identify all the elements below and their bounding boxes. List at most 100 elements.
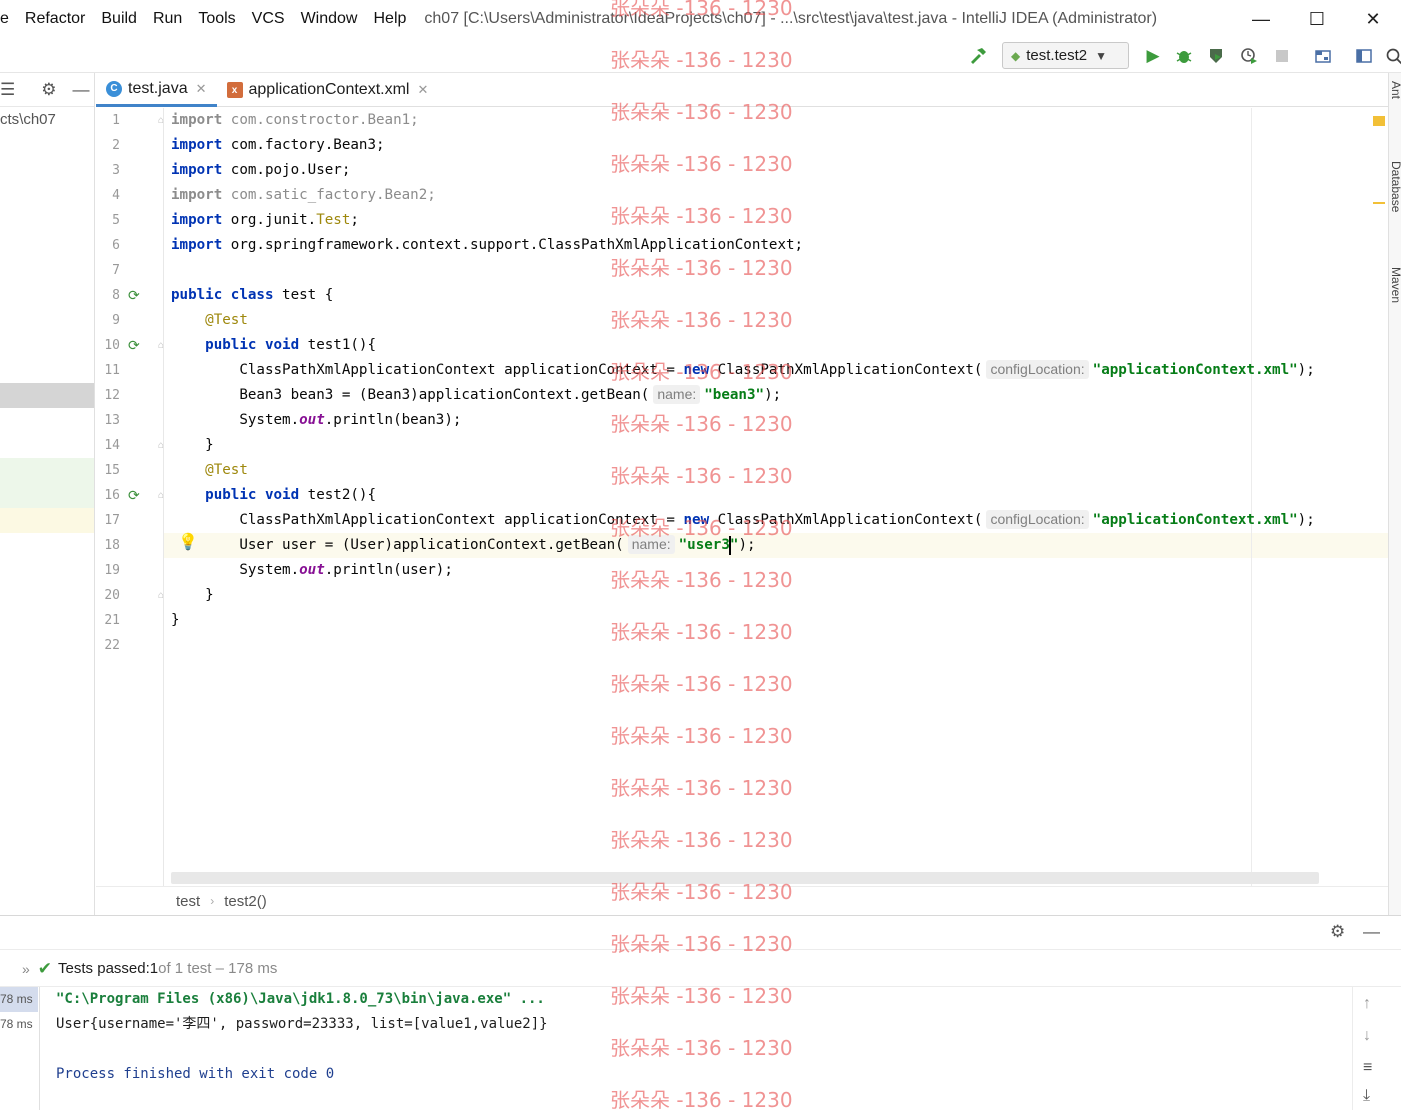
menu-item-vcs[interactable]: VCS: [244, 0, 293, 38]
fold-marker-icon[interactable]: ⌂: [158, 333, 168, 358]
code-editor[interactable]: 1 ⌂ 2 3 4 5 6 7 8 ⟳ 9 10 ⟳ ⌂ 11 12 13 14 ⌂ 15 16 ⟳ ⌂ 17 18 19 20 ⌂ 2…: [96, 108, 1388, 886]
line-number[interactable]: 7: [96, 258, 120, 283]
code-line[interactable]: }: [171, 583, 214, 608]
down-arrow-icon[interactable]: ↓: [1363, 1027, 1371, 1045]
debug-icon[interactable]: [1172, 44, 1196, 68]
gear-icon[interactable]: ⚙: [1330, 922, 1345, 942]
code-line[interactable]: public void test2(){: [171, 483, 376, 508]
run-test-gutter-icon[interactable]: ⟳: [128, 483, 144, 508]
line-number[interactable]: 1: [96, 108, 120, 133]
hammer-icon[interactable]: [966, 44, 990, 68]
code-line[interactable]: public void test1(){: [171, 333, 376, 358]
project-path-label[interactable]: cts\ch07: [0, 111, 56, 128]
code-line[interactable]: import org.junit.Test;: [171, 208, 359, 233]
close-tab-icon[interactable]: ✕: [417, 82, 428, 98]
window-icon[interactable]: [1352, 44, 1376, 68]
line-number[interactable]: 13: [96, 408, 120, 433]
project-tree-selected-row[interactable]: [0, 383, 94, 408]
tab-application-context-xml[interactable]: x applicationContext.xml ✕: [217, 73, 439, 107]
project-structure-icon[interactable]: [1311, 44, 1335, 68]
maximize-button[interactable]: ☐: [1289, 0, 1345, 38]
code-line[interactable]: System.out.println(bean3);: [171, 408, 461, 433]
code-line[interactable]: System.out.println(user);: [171, 558, 453, 583]
line-number[interactable]: 16: [96, 483, 120, 508]
fold-marker-icon[interactable]: ⌂: [158, 483, 168, 508]
run-test-gutter-icon[interactable]: ⟳: [128, 333, 144, 358]
test-time-root[interactable]: 78 ms: [0, 987, 38, 1012]
gear-icon[interactable]: ⚙: [41, 80, 56, 100]
line-number[interactable]: 9: [96, 308, 120, 333]
menu-item-tools[interactable]: Tools: [190, 0, 243, 38]
fold-marker-icon[interactable]: ⌂: [158, 433, 168, 458]
line-number[interactable]: 6: [96, 233, 120, 258]
search-icon[interactable]: [1382, 44, 1401, 68]
code-line[interactable]: ClassPathXmlApplicationContext applicati…: [171, 508, 1315, 533]
minimize-button[interactable]: —: [1233, 0, 1289, 38]
tab-test-java[interactable]: C test.java ✕: [96, 73, 217, 107]
profile-icon[interactable]: [1237, 44, 1261, 68]
line-number[interactable]: 19: [96, 558, 120, 583]
code-line[interactable]: Bean3 bean3 = (Bean3)applicationContext.…: [171, 383, 781, 408]
line-number[interactable]: 14: [96, 433, 120, 458]
editor-gutter[interactable]: 1 ⌂ 2 3 4 5 6 7 8 ⟳ 9 10 ⟳ ⌂ 11 12 13 14 ⌂ 15 16 ⟳ ⌂ 17 18 19 20 ⌂ 2…: [96, 108, 164, 886]
line-number[interactable]: 15: [96, 458, 120, 483]
breadcrumb-class[interactable]: test: [176, 893, 200, 910]
line-number[interactable]: 8: [96, 283, 120, 308]
line-number[interactable]: 18: [96, 533, 120, 558]
warning-stripe-marker[interactable]: [1373, 202, 1385, 204]
line-number[interactable]: 10: [96, 333, 120, 358]
code-line[interactable]: }: [171, 608, 180, 633]
menu-item-run[interactable]: Run: [145, 0, 190, 38]
code-line[interactable]: import com.factory.Bean3;: [171, 133, 385, 158]
code-line[interactable]: import com.constroctor.Bean1;: [171, 108, 419, 133]
inspection-status-icon[interactable]: [1373, 116, 1385, 126]
code-line[interactable]: @Test: [171, 458, 248, 483]
line-number[interactable]: 12: [96, 383, 120, 408]
code-line[interactable]: public class test {: [171, 283, 333, 308]
hide-panel-icon[interactable]: —: [73, 80, 90, 100]
line-number[interactable]: 5: [96, 208, 120, 233]
line-number[interactable]: 17: [96, 508, 120, 533]
code-line[interactable]: User user = (User)applicationContext.get…: [171, 533, 756, 558]
menu-item-help[interactable]: Help: [365, 0, 414, 38]
code-line[interactable]: import com.satic_factory.Bean2;: [171, 183, 436, 208]
line-number[interactable]: 22: [96, 633, 120, 658]
run-icon[interactable]: ▶: [1141, 44, 1165, 68]
line-number[interactable]: 11: [96, 358, 120, 383]
stop-icon[interactable]: [1270, 44, 1294, 68]
run-test-gutter-icon[interactable]: ⟳: [128, 283, 144, 308]
line-number[interactable]: 20: [96, 583, 120, 608]
code-line[interactable]: }: [171, 433, 214, 458]
line-number[interactable]: 21: [96, 608, 120, 633]
menu-item-edit[interactable]: e: [0, 0, 17, 38]
scroll-to-end-icon[interactable]: ⤓: [1363, 1087, 1370, 1105]
code-line[interactable]: import org.springframework.context.suppo…: [171, 233, 803, 258]
line-number[interactable]: 2: [96, 133, 120, 158]
ant-tool-tab[interactable]: Ant: [1389, 81, 1401, 99]
test-time-test2[interactable]: 78 ms: [0, 1012, 38, 1037]
menu-item-build[interactable]: Build: [93, 0, 145, 38]
soft-wrap-icon[interactable]: ≡: [1363, 1059, 1372, 1077]
close-tab-icon[interactable]: ✕: [196, 81, 207, 97]
up-arrow-icon[interactable]: ↑: [1363, 995, 1371, 1013]
fold-marker-icon[interactable]: ⌂: [158, 108, 168, 133]
menu-item-refactor[interactable]: Refactor: [17, 0, 93, 38]
breadcrumb-method[interactable]: test2(): [224, 893, 267, 910]
fold-marker-icon[interactable]: ⌂: [158, 583, 168, 608]
expand-icon[interactable]: »: [22, 961, 30, 977]
maven-tool-tab[interactable]: Maven: [1389, 267, 1401, 303]
coverage-icon[interactable]: [1204, 44, 1228, 68]
horizontal-scrollbar[interactable]: [171, 872, 1319, 884]
menu-item-window[interactable]: Window: [293, 0, 366, 38]
database-tool-tab[interactable]: Database: [1389, 161, 1401, 212]
line-number[interactable]: 3: [96, 158, 120, 183]
console-line: "C:\Program Files (x86)\Java\jdk1.8.0_73…: [56, 991, 545, 1007]
collapse-all-icon[interactable]: ☰: [0, 80, 15, 100]
code-line[interactable]: @Test: [171, 308, 248, 333]
code-line[interactable]: import com.pojo.User;: [171, 158, 350, 183]
code-line[interactable]: ClassPathXmlApplicationContext applicati…: [171, 358, 1315, 383]
hide-panel-icon[interactable]: —: [1363, 922, 1380, 942]
close-button[interactable]: ✕: [1345, 0, 1401, 38]
run-configuration-select[interactable]: ◆ test.test2 ▼: [1002, 42, 1129, 69]
line-number[interactable]: 4: [96, 183, 120, 208]
